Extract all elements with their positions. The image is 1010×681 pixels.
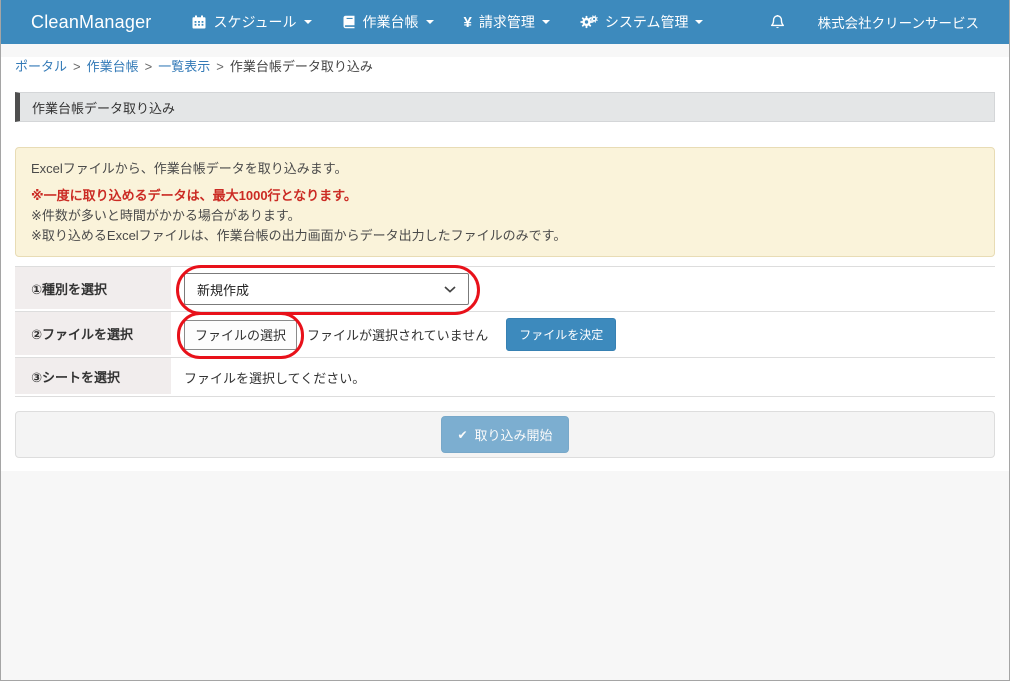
chevron-down-icon bbox=[695, 20, 703, 24]
menu-item-schedule[interactable]: スケジュール bbox=[177, 0, 326, 44]
content-area: ポータル > 作業台帳 > 一覧表示 > 作業台帳データ取り込み 作業台帳データ取り込み E… bbox=[1, 57, 1009, 471]
navbar: CleanManager スケジュール bbox=[1, 0, 1009, 44]
calendar-icon bbox=[192, 15, 206, 29]
bell-icon bbox=[769, 13, 786, 31]
form-label: ③シートを選択 bbox=[15, 358, 171, 396]
company-name[interactable]: 株式会社クリーンサービス bbox=[818, 12, 979, 32]
import-start-button[interactable]: ✔ 取り込み開始 bbox=[441, 416, 568, 453]
form-label: ①種別を選択 bbox=[15, 267, 171, 311]
breadcrumb-current: 作業台帳データ取り込み bbox=[230, 59, 373, 74]
file-select-button[interactable]: ファイルの選択 bbox=[184, 320, 297, 350]
chevron-down-icon bbox=[304, 20, 312, 24]
menu-item-work-ledger[interactable]: 作業台帳 bbox=[327, 0, 449, 44]
breadcrumb-link-list-view[interactable]: 一覧表示 bbox=[158, 59, 210, 74]
notifications-button[interactable] bbox=[759, 13, 796, 31]
menu-item-billing[interactable]: ¥ 請求管理 bbox=[449, 0, 565, 44]
type-select[interactable]: 新規作成 bbox=[184, 273, 469, 305]
menu-item-system-admin[interactable]: システム管理 bbox=[565, 0, 719, 44]
breadcrumb-separator: > bbox=[145, 59, 153, 74]
chevron-down-icon bbox=[542, 20, 550, 24]
file-status-text: ファイルが選択されていません bbox=[307, 325, 488, 344]
breadcrumb: ポータル > 作業台帳 > 一覧表示 > 作業台帳データ取り込み bbox=[15, 57, 995, 77]
info-description: Excelファイルから、作業台帳データを取り込みます。 bbox=[31, 159, 979, 179]
sheet-hint-text: ファイルを選択してください。 bbox=[184, 368, 365, 387]
navbar-right: 株式会社クリーンサービス bbox=[759, 12, 979, 32]
import-start-label: 取り込み開始 bbox=[475, 425, 553, 444]
info-note: ※取り込めるExcelファイルは、作業台帳の出力画面からデータ出力したファイルの… bbox=[31, 226, 979, 246]
yen-icon: ¥ bbox=[464, 15, 472, 30]
footer-panel: ✔ 取り込み開始 bbox=[15, 411, 995, 458]
type-select-value: 新規作成 bbox=[197, 280, 249, 299]
import-form: ①種別を選択 新規作成 ②ファイルを選択 ファイルの選択 ファイルが選択されてい… bbox=[15, 266, 995, 397]
menu-label: 請求管理 bbox=[479, 12, 535, 32]
browser-page: CleanManager スケジュール bbox=[0, 0, 1010, 681]
form-row-sheet: ③シートを選択 ファイルを選択してください。 bbox=[15, 358, 995, 397]
breadcrumb-separator: > bbox=[216, 59, 224, 74]
page-title: 作業台帳データ取り込み bbox=[32, 98, 175, 117]
gears-icon bbox=[580, 15, 598, 29]
file-confirm-button[interactable]: ファイルを決定 bbox=[506, 318, 616, 351]
page-title-panel: 作業台帳データ取り込み bbox=[15, 92, 995, 122]
menu-label: システム管理 bbox=[605, 12, 689, 32]
brand-logo[interactable]: CleanManager bbox=[31, 12, 151, 33]
main-menu: スケジュール 作業台帳 ¥ 請求管理 bbox=[177, 0, 718, 44]
book-icon bbox=[342, 15, 356, 29]
form-label: ②ファイルを選択 bbox=[15, 312, 171, 357]
form-row-file: ②ファイルを選択 ファイルの選択 ファイルが選択されていません ファイルを決定 bbox=[15, 312, 995, 358]
chevron-down-icon bbox=[426, 20, 434, 24]
info-warning: ※一度に取り込めるデータは、最大1000行となります。 bbox=[31, 186, 979, 206]
breadcrumb-link-work-ledger[interactable]: 作業台帳 bbox=[87, 59, 139, 74]
info-box: Excelファイルから、作業台帳データを取り込みます。 ※一度に取り込めるデータ… bbox=[15, 147, 995, 257]
menu-label: 作業台帳 bbox=[363, 12, 419, 32]
breadcrumb-separator: > bbox=[73, 59, 81, 74]
menu-label: スケジュール bbox=[213, 12, 296, 32]
form-row-type: ①種別を選択 新規作成 bbox=[15, 267, 995, 312]
info-note: ※件数が多いと時間がかかる場合があります。 bbox=[31, 206, 979, 226]
check-icon: ✔ bbox=[457, 428, 467, 442]
chevron-down-icon bbox=[444, 286, 456, 293]
breadcrumb-link-portal[interactable]: ポータル bbox=[15, 59, 67, 74]
